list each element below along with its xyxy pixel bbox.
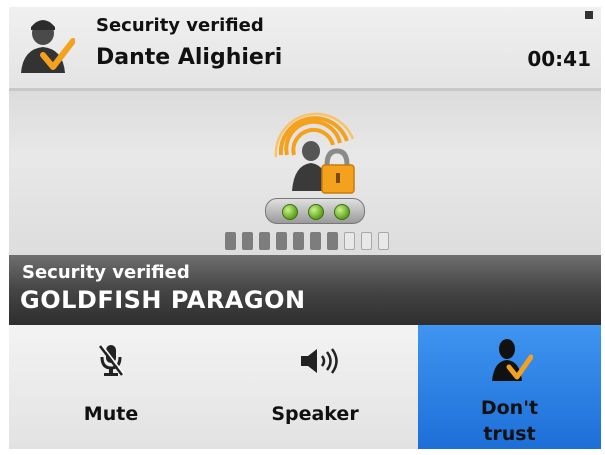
level-segment bbox=[276, 232, 287, 250]
contact-name: Dante Alighieri bbox=[96, 45, 283, 70]
strength-dot bbox=[308, 204, 324, 220]
speaker-label: Speaker bbox=[271, 403, 359, 425]
speaker-button[interactable]: Speaker bbox=[213, 325, 417, 449]
verification-banner: Security verified GOLDFISH PARAGON bbox=[9, 255, 601, 325]
strength-dot bbox=[282, 204, 298, 220]
verified-user-icon bbox=[21, 20, 75, 73]
call-header: Security verified Dante Alighieri 00:41 bbox=[9, 7, 601, 87]
call-timer: 00:41 bbox=[527, 47, 591, 71]
level-segment bbox=[310, 232, 321, 250]
microphone-muted-icon bbox=[99, 344, 125, 376]
level-segment bbox=[259, 232, 270, 250]
speaker-icon bbox=[301, 348, 338, 374]
user-untrust-icon bbox=[492, 339, 533, 381]
level-segment bbox=[327, 232, 338, 250]
verification-phrase: GOLDFISH PARAGON bbox=[20, 286, 306, 314]
level-segment bbox=[378, 232, 389, 250]
banner-status-text: Security verified bbox=[22, 262, 190, 283]
security-status-area bbox=[9, 91, 601, 255]
secure-call-lock-icon bbox=[274, 112, 355, 194]
call-status-text: Security verified bbox=[96, 15, 264, 36]
level-segment bbox=[242, 232, 253, 250]
level-segment bbox=[361, 232, 372, 250]
dont-trust-label: Don't trust bbox=[480, 397, 539, 445]
security-level-bar bbox=[225, 232, 395, 250]
strength-dot bbox=[334, 204, 350, 220]
dont-trust-button[interactable]: Don't trust bbox=[418, 325, 601, 449]
secure-call-screen: Security verified Dante Alighieri 00:41 … bbox=[9, 7, 601, 449]
mute-button[interactable]: Mute bbox=[9, 325, 213, 449]
call-action-bar: Mute Speaker Don't trust bbox=[9, 325, 601, 449]
level-segment bbox=[293, 232, 304, 250]
security-strength-indicator bbox=[265, 198, 365, 224]
level-segment bbox=[225, 232, 236, 250]
mute-label: Mute bbox=[83, 403, 139, 425]
level-segment bbox=[344, 232, 355, 250]
expand-icon[interactable] bbox=[585, 11, 593, 19]
